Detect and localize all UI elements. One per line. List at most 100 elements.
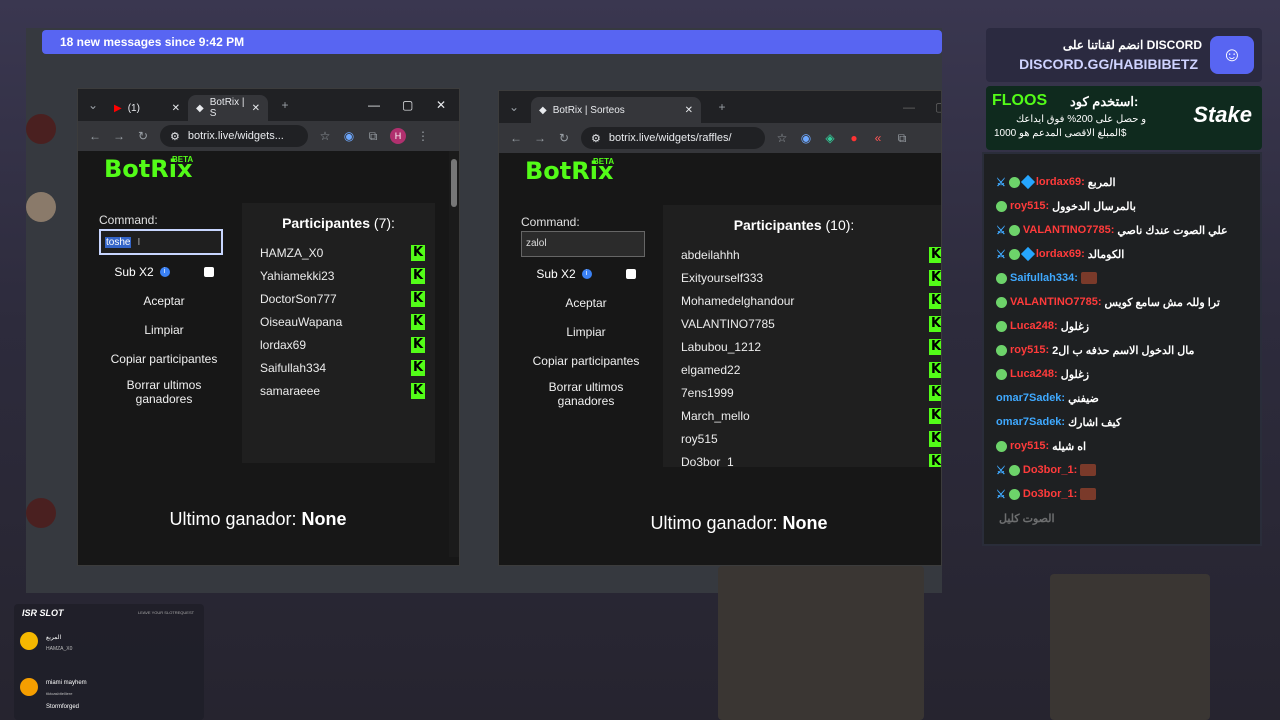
slot-request-widget: ISR SLOT LEAVE YOUR SLOTREQUEST المربع H… (14, 604, 204, 720)
extension-icon[interactable]: « (871, 131, 885, 145)
profile-avatar[interactable]: H (390, 128, 406, 144)
chat-text: كيف اشارك (1068, 416, 1122, 429)
forward-icon[interactable]: → (533, 131, 547, 145)
chat-username[interactable]: lordax69: (1036, 176, 1085, 188)
aceptar-button[interactable]: Aceptar (521, 296, 651, 310)
sub-x2-checkbox[interactable] (203, 267, 214, 277)
back-icon[interactable]: ← (88, 129, 102, 143)
participant-name: Mohamedelghandour (681, 293, 795, 308)
chat-message: VALANTINO7785: ترا وللہ مش سامع كويس (984, 290, 1260, 314)
botrix-favicon-icon: ◆ (196, 102, 204, 114)
participant-name: VALANTINO7785 (681, 316, 775, 331)
extension-icon[interactable]: ◈ (823, 131, 837, 145)
participants-title: Participantes (7): (282, 215, 395, 231)
new-tab-icon[interactable]: + (278, 98, 292, 112)
chat-username[interactable]: VALANTINO7785: (1010, 296, 1101, 308)
sub-x2-label: Sub X2 (536, 267, 576, 281)
limpiar-button[interactable]: Limpiar (99, 323, 229, 337)
chat-username[interactable]: roy515: (1010, 200, 1049, 212)
address-bar[interactable]: ⚙ botrix.live/widgets/raffles/ (581, 127, 765, 149)
tab-search-icon[interactable]: ⌄ (86, 98, 100, 112)
tab-search-icon[interactable]: ⌄ (507, 100, 521, 114)
subscriber-badge-icon (996, 320, 1007, 332)
maximize-icon[interactable]: ▢ (935, 100, 941, 114)
extensions-puzzle-icon[interactable]: ⧉ (895, 131, 909, 146)
chat-username[interactable]: omar7Sadek: (996, 392, 1065, 404)
kick-icon: K (411, 267, 425, 284)
chat-text: زغلول (1060, 368, 1090, 381)
chat-username[interactable]: Do3bor_1: (1023, 488, 1077, 500)
subscriber-badge-icon (996, 296, 1007, 308)
record-icon[interactable]: ● (847, 131, 861, 145)
avatar (20, 678, 38, 696)
tab-botrix-sorteos[interactable]: ◆ BotRix | Sorteos ✕ (531, 97, 701, 123)
chat-username[interactable]: VALANTINO7785: (1023, 224, 1114, 236)
kick-icon: K (411, 382, 425, 399)
participant-name: samaraeee (260, 383, 321, 398)
chat-username[interactable]: Luca248: (1010, 320, 1058, 332)
forward-icon[interactable]: → (112, 129, 126, 143)
avatar (26, 114, 56, 144)
aceptar-button[interactable]: Aceptar (99, 294, 229, 308)
back-icon[interactable]: ← (509, 131, 523, 145)
chat-username[interactable]: omar7Sadek: (996, 416, 1065, 428)
extension-icon[interactable]: ◉ (799, 131, 813, 145)
new-messages-banner[interactable]: 18 new messages since 9:42 PM (42, 30, 942, 54)
address-bar[interactable]: ⚙ botrix.live/widgets... (160, 125, 308, 147)
close-tab-icon[interactable]: ✕ (685, 105, 693, 116)
chat-username[interactable]: Saifullah334: (1010, 272, 1078, 284)
last-winner: Ultimo ganador: None (650, 513, 828, 533)
scroll-thumb[interactable] (451, 159, 457, 207)
close-tab-icon[interactable]: ✕ (172, 103, 180, 114)
participants-list: abdeilahhh K Exityourself333 K Mohamedelghan… (663, 233, 942, 467)
reload-icon[interactable]: ↻ (136, 129, 150, 143)
chat-username[interactable]: Luca248: (1010, 368, 1058, 380)
close-window-icon[interactable]: ✕ (436, 98, 446, 112)
command-input[interactable]: toshe I (99, 229, 223, 255)
bookmark-star-icon[interactable]: ☆ (775, 131, 789, 145)
reload-icon[interactable]: ↻ (557, 131, 571, 145)
discord-logo-icon: ☺ (1210, 36, 1254, 74)
kick-icon: K (929, 453, 941, 467)
minimize-icon[interactable]: — (368, 98, 380, 112)
subscriber-badge-icon (1008, 224, 1020, 236)
chat-text: زغلول (1060, 320, 1090, 333)
moderator-sword-icon: ⚔ (996, 488, 1006, 501)
right-browser-window: ⌄ ◆ BotRix | Sorteos ✕ + — ▢ ← → ↻ ⚙ bot… (498, 90, 942, 566)
kick-icon: K (929, 292, 942, 309)
borrar-ganadores-button[interactable]: Borrar ultimos ganadores (521, 380, 651, 408)
maximize-icon[interactable]: ▢ (402, 98, 413, 112)
bookmark-star-icon[interactable]: ☆ (318, 129, 332, 143)
webcam-streamer-1 (718, 566, 924, 720)
moderator-sword-icon: ⚔ (996, 248, 1006, 261)
youtube-icon: ▶ (114, 102, 122, 114)
info-icon[interactable]: i (581, 269, 592, 279)
close-tab-icon[interactable]: ✕ (252, 103, 260, 114)
tab-youtube[interactable]: ▶ (1) ✕ (106, 95, 188, 121)
borrar-ganadores-button[interactable]: Borrar ultimos ganadores (99, 378, 229, 406)
chat-username[interactable]: Do3bor_1: (1023, 464, 1077, 476)
sub-x2-checkbox[interactable] (625, 269, 636, 279)
kick-icon: K (929, 338, 942, 355)
chat-username[interactable]: roy515: (1010, 440, 1049, 452)
subscriber-badge-icon (996, 272, 1007, 284)
participant-name: HAMZA_X0 (260, 245, 324, 260)
extensions-puzzle-icon[interactable]: ⧉ (366, 129, 380, 144)
scrollbar[interactable] (449, 151, 459, 557)
minimize-icon[interactable]: — (903, 100, 915, 114)
copiar-participantes-button[interactable]: Copiar participantes (99, 352, 229, 366)
chat-panel: ⚔ lordax69: المربع roy515: بالمرسال الدخوول ⚔… (982, 152, 1262, 546)
command-input[interactable]: zalol (521, 231, 645, 257)
extension-icon[interactable]: ◉ (342, 129, 356, 143)
chat-message: roy515: بالمرسال الدخوول (984, 194, 1260, 218)
chat-username[interactable]: lordax69: (1036, 248, 1085, 260)
participant-name: OiseauWapana (260, 314, 343, 329)
new-tab-icon[interactable]: + (715, 100, 729, 114)
menu-kebab-icon[interactable]: ⋮ (416, 129, 430, 143)
tab-botrix[interactable]: ◆ BotRix | S ✕ (188, 95, 268, 121)
chat-username[interactable]: roy515: (1010, 344, 1049, 356)
copiar-participantes-button[interactable]: Copiar participantes (521, 354, 651, 368)
limpiar-button[interactable]: Limpiar (521, 325, 651, 339)
info-icon[interactable]: i (159, 267, 170, 277)
subscriber-badge-icon (1008, 248, 1020, 260)
